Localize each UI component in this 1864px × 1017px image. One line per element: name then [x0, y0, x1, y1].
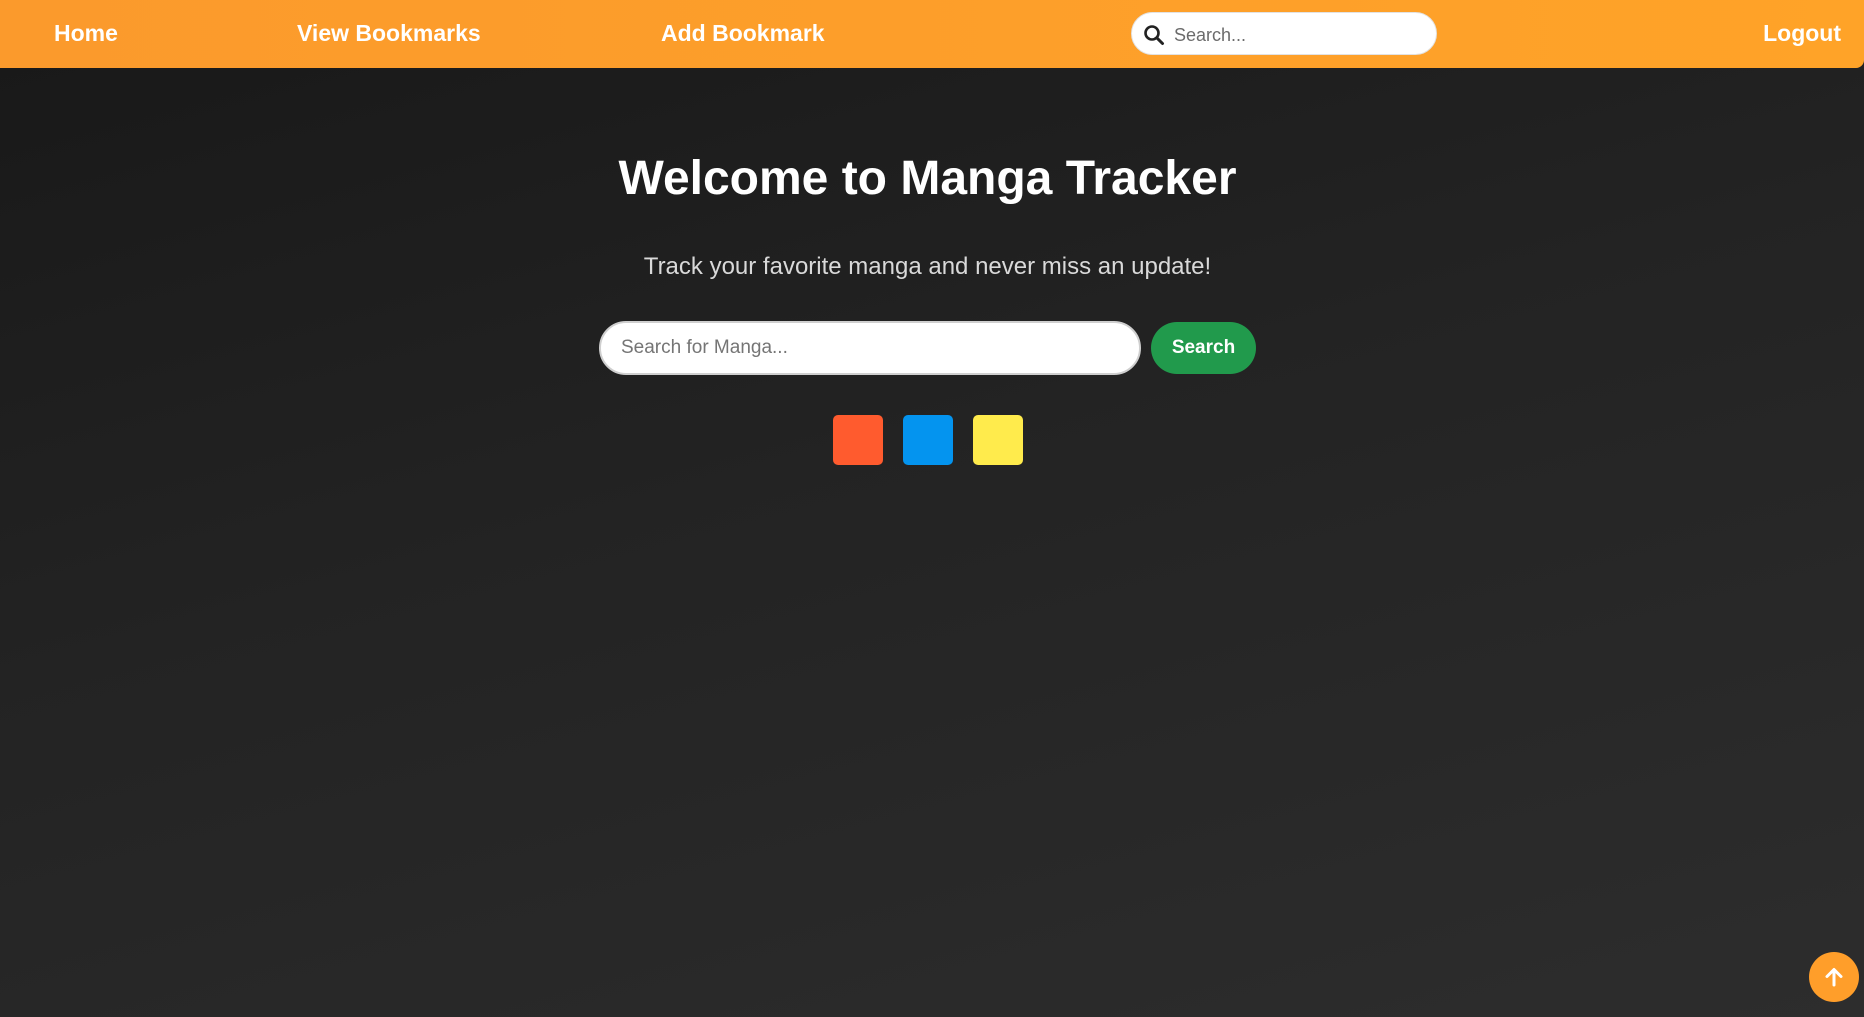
nav-view-bookmarks-link[interactable]: View Bookmarks	[297, 0, 481, 68]
search-icon	[1144, 25, 1164, 45]
theme-swatch-orange[interactable]	[833, 415, 883, 465]
top-nav-bar: Home View Bookmarks Add Bookmark Logout	[0, 0, 1864, 68]
nav-add-bookmark-link[interactable]: Add Bookmark	[661, 0, 825, 68]
theme-swatch-yellow[interactable]	[973, 415, 1023, 465]
theme-swatch-blue[interactable]	[903, 415, 953, 465]
nav-search-input[interactable]	[1172, 19, 1426, 51]
nav-logout-link[interactable]: Logout	[1763, 0, 1841, 68]
nav-search-box[interactable]	[1131, 12, 1437, 55]
back-to-top-button[interactable]	[1809, 952, 1859, 1002]
manga-search-input[interactable]	[599, 321, 1141, 375]
page-title: Welcome to Manga Tracker	[618, 152, 1237, 205]
search-button[interactable]: Search	[1151, 322, 1256, 374]
page-subtitle: Track your favorite manga and never miss…	[643, 253, 1212, 280]
nav-home-link[interactable]: Home	[54, 0, 118, 68]
arrow-up-icon	[1825, 968, 1843, 987]
